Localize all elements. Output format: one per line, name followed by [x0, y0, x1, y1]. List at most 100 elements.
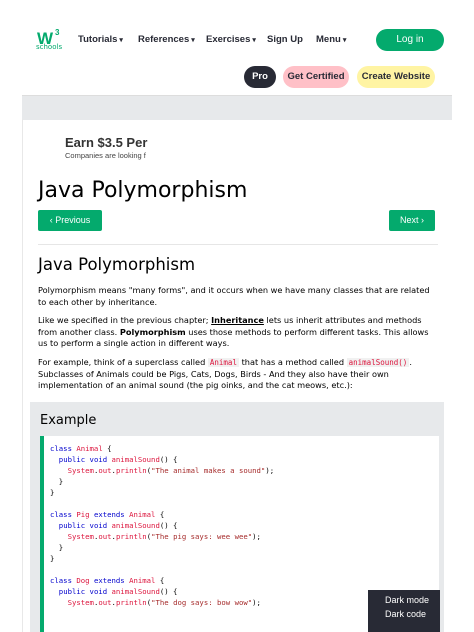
- code-token: animalSound: [111, 587, 160, 596]
- dark-code-label: Dark code: [385, 609, 427, 619]
- code-token: System: [67, 532, 94, 541]
- code-token: );: [265, 466, 275, 475]
- ad-title[interactable]: Earn $3.5 Per: [65, 135, 147, 150]
- nav-signup[interactable]: Sign Up: [267, 34, 303, 45]
- page-title: Java Polymorphism: [38, 178, 248, 203]
- previous-button[interactable]: ‹ Previous: [38, 210, 102, 231]
- code-token: println: [115, 598, 147, 607]
- code-token: out: [98, 466, 112, 475]
- p3-text-b: that has a method called: [238, 357, 347, 367]
- code-token: {: [155, 510, 165, 519]
- code-token: }: [50, 543, 64, 552]
- code-line: }: [50, 554, 54, 563]
- caret-down-icon: ▾: [252, 37, 256, 44]
- polymorphism-bold: Polymorphism: [119, 326, 186, 337]
- code-token: System: [67, 598, 94, 607]
- code-token: animalSound: [111, 521, 160, 530]
- code-token: );: [252, 598, 261, 607]
- code-token: class: [50, 576, 77, 585]
- inheritance-link[interactable]: Inheritance: [211, 315, 264, 325]
- dark-mode-toggle[interactable]: Dark mode Dark code: [368, 590, 440, 632]
- code-token: () {: [159, 587, 178, 596]
- top-navbar: W 3 schools Tutorials ▾ References ▾ Exerc…: [0, 0, 474, 56]
- nav-references-label: References: [138, 34, 190, 45]
- code-token: public void: [58, 521, 112, 530]
- code-token: () {: [159, 455, 178, 464]
- code-line: class Dog extends Animal {: [50, 576, 164, 585]
- code-token: {: [155, 576, 165, 585]
- paragraph-example: For example, think of a superclass calle…: [38, 357, 430, 392]
- code-line: System.out.println("The animal makes a s…: [50, 466, 275, 475]
- pro-button[interactable]: Pro: [244, 66, 276, 88]
- ad-subtitle[interactable]: Companies are looking f: [65, 151, 146, 160]
- code-token: }: [50, 488, 55, 497]
- content-border: [22, 119, 23, 632]
- code-token: class: [50, 510, 77, 519]
- code-token: Animal: [129, 510, 156, 519]
- nav-exercises-label: Exercises: [206, 34, 251, 45]
- nav-exercises[interactable]: Exercises ▾: [206, 34, 256, 45]
- code-token: }: [50, 554, 55, 563]
- code-token: out: [98, 598, 112, 607]
- svg-text:3: 3: [55, 28, 60, 37]
- p2-text-a: Like we specified in the previous chapte…: [38, 315, 212, 325]
- code-line: }: [50, 477, 63, 486]
- p3-text-a: For example, think of a superclass calle…: [38, 357, 208, 367]
- code-line: public void animalSound() {: [50, 455, 178, 464]
- section-heading: Java Polymorphism: [38, 255, 196, 274]
- inline-code-animal: Animal: [207, 358, 239, 367]
- code-token: }: [50, 477, 64, 486]
- next-button[interactable]: Next ›: [389, 210, 435, 231]
- code-line: class Pig extends Animal {: [50, 510, 164, 519]
- code-token: );: [252, 532, 261, 541]
- dark-mode-label: Dark mode: [385, 595, 430, 605]
- nav-tutorials[interactable]: Tutorials ▾: [78, 34, 123, 45]
- nav-signup-label: Sign Up: [267, 34, 303, 45]
- caret-down-icon: ▾: [119, 37, 123, 44]
- code-token: "The dog says: bow wow": [151, 598, 253, 607]
- nav-references[interactable]: References ▾: [138, 34, 195, 45]
- create-website-button[interactable]: Create Website: [357, 66, 435, 88]
- code-line: public void animalSound() {: [50, 587, 178, 596]
- code-token: Pig: [76, 510, 90, 519]
- login-button[interactable]: Log in: [376, 29, 444, 51]
- divider: [38, 244, 438, 245]
- code-token: public void: [58, 587, 112, 596]
- code-token: Animal: [129, 576, 156, 585]
- inline-code-animalsound: animalSound(): [346, 358, 410, 367]
- ad-bar: [22, 95, 452, 120]
- code-line: public void animalSound() {: [50, 521, 178, 530]
- code-token: animalSound: [111, 455, 160, 464]
- paragraph-inheritance: Like we specified in the previous chapte…: [38, 315, 430, 350]
- code-line: }: [50, 543, 63, 552]
- code-token: extends: [89, 576, 130, 585]
- nav-menu-label: Menu: [316, 34, 341, 45]
- code-token: class: [50, 444, 77, 453]
- logo-subtext: schools: [36, 43, 63, 51]
- code-token: public void: [58, 455, 112, 464]
- code-line: System.out.println("The dog says: bow wo…: [50, 598, 261, 607]
- code-token: println: [115, 532, 147, 541]
- code-line: System.out.println("The pig says: wee we…: [50, 532, 261, 541]
- caret-down-icon: ▾: [342, 37, 347, 44]
- nav-menu[interactable]: Menu ▾: [316, 34, 346, 45]
- get-certified-button[interactable]: Get Certified: [283, 66, 349, 88]
- code-token: println: [115, 466, 147, 475]
- code-token: extends: [89, 510, 130, 519]
- code-line: }: [50, 488, 54, 497]
- code-line: class Animal {: [50, 444, 112, 453]
- code-token: () {: [159, 521, 178, 530]
- nav-tutorials-label: Tutorials: [78, 34, 118, 45]
- code-token: {: [102, 444, 112, 453]
- code-token: out: [98, 532, 112, 541]
- code-token: Animal: [76, 444, 103, 453]
- code-token: "The pig says: wee wee": [151, 532, 253, 541]
- code-token: System: [67, 466, 94, 475]
- caret-down-icon: ▾: [191, 37, 195, 44]
- paragraph-intro: Polymorphism means "many forms", and it …: [38, 285, 430, 307]
- code-token: "The animal makes a sound": [151, 466, 266, 475]
